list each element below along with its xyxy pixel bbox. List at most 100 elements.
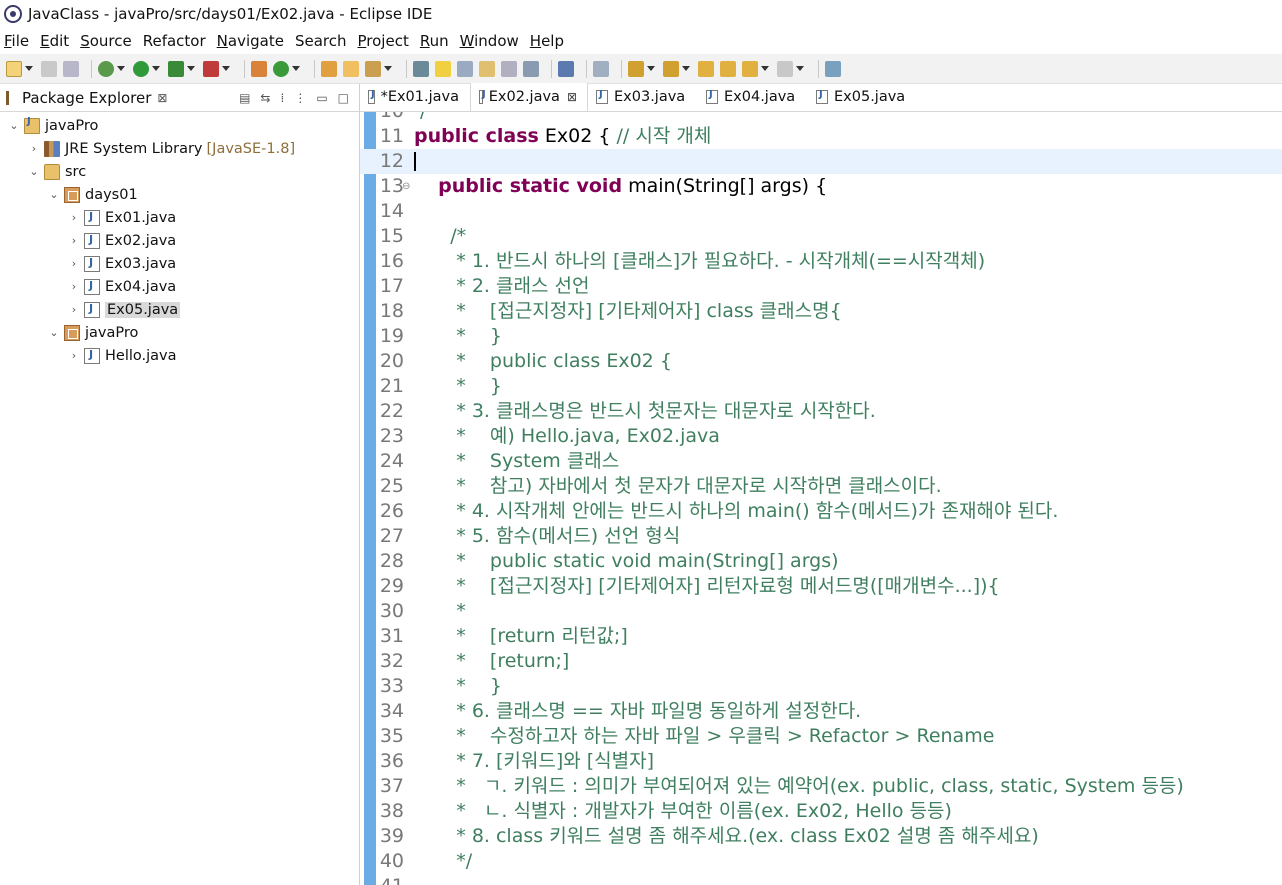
maximize-icon[interactable]: □	[338, 91, 349, 105]
view-menu-icon[interactable]: ⋮	[294, 91, 306, 105]
tree-item[interactable]: › Hello.java	[0, 344, 359, 367]
comment: * System 클래스	[414, 450, 620, 472]
back-arrow-icon[interactable]	[742, 60, 758, 77]
menu-source[interactable]: Source	[80, 32, 132, 50]
chevron-down-icon[interactable]	[682, 66, 690, 71]
tree-item[interactable]: › Ex05.java	[0, 298, 359, 321]
word-wrap-icon[interactable]	[479, 60, 495, 77]
tree-item[interactable]: ⌄ javaPro	[0, 321, 359, 344]
chevron-down-icon[interactable]	[761, 66, 769, 71]
open-folder-icon[interactable]	[343, 60, 359, 77]
show-whitespace-icon[interactable]	[501, 60, 517, 77]
tree-item[interactable]: › JRE System Library [JavaSE-1.8]	[0, 137, 359, 160]
tree-item[interactable]: › Ex02.java	[0, 229, 359, 252]
code-editor[interactable]: 10 /11public class Ex02 { // 시작 개체1213⊖ …	[360, 112, 1282, 885]
chevron-down-icon[interactable]: ⌄	[26, 165, 42, 178]
editor-tab[interactable]: Ex02.java ⊠	[470, 83, 588, 111]
search-icon[interactable]	[365, 60, 381, 77]
menu-project[interactable]: Project	[358, 32, 409, 50]
code-text: * 6. 클래스명 == 자바 파일명 동일하게 설정한다.	[414, 699, 861, 724]
collapse-all-icon[interactable]: ▤	[239, 91, 250, 105]
chevron-down-icon[interactable]	[117, 66, 125, 71]
save-all-icon[interactable]	[63, 60, 79, 77]
tree-item[interactable]: ⌄ javaPro	[0, 114, 359, 137]
line-number: 10	[376, 112, 404, 124]
menu-search[interactable]: Search	[295, 32, 347, 50]
last-edit-location-icon[interactable]	[698, 60, 714, 77]
editor-tab[interactable]: Ex04.java	[698, 83, 808, 111]
code-text: * 1. 반드시 하나의 [클래스]가 필요하다. - 시작개체(==시작객체)	[414, 249, 985, 274]
previous-annotation-icon[interactable]	[663, 60, 679, 77]
editor-tab[interactable]: Ex05.java	[808, 83, 918, 111]
block-selection-icon[interactable]	[457, 60, 473, 77]
menu-edit[interactable]: Edit	[40, 32, 69, 50]
mark-occurrences-icon[interactable]	[435, 60, 451, 77]
tree-item[interactable]: › Ex01.java	[0, 206, 359, 229]
code-text: * 7. [키워드]와 [식별자]	[414, 749, 654, 774]
run-icon[interactable]	[133, 60, 149, 77]
chevron-down-icon[interactable]	[292, 66, 300, 71]
debug-icon[interactable]	[98, 60, 114, 77]
new-class-icon[interactable]	[273, 60, 289, 77]
close-icon[interactable]: ⊠	[567, 90, 577, 104]
editor-tab[interactable]: Ex03.java	[588, 83, 698, 111]
new-icon[interactable]	[6, 60, 22, 77]
package-explorer-tab[interactable]: Package Explorer ⊠ ▤ ⇆ ⁞ ⋮ ▭ □	[0, 84, 359, 112]
code-line: 18 * [접근지정자] [기타제어자] class 클래스명{	[360, 299, 1282, 324]
code-text: public class Ex02 { // 시작 개체	[414, 124, 711, 149]
menu-help[interactable]: Help	[530, 32, 564, 50]
editor-tab[interactable]: *Ex01.java	[360, 83, 470, 111]
chevron-down-icon[interactable]	[152, 66, 160, 71]
new-java-project-icon[interactable]	[251, 60, 267, 77]
menu-window[interactable]: Window	[460, 32, 519, 50]
link-with-editor-icon[interactable]: ⇆	[260, 91, 270, 105]
open-type-icon[interactable]	[321, 60, 337, 77]
chevron-right-icon[interactable]: ›	[66, 303, 82, 316]
chevron-down-icon[interactable]	[384, 66, 392, 71]
chevron-down-icon[interactable]	[647, 66, 655, 71]
line-number: 23	[379, 425, 404, 447]
tree-item[interactable]: › Ex04.java	[0, 275, 359, 298]
menu-navigate[interactable]: Navigate	[217, 32, 284, 50]
menu-run[interactable]: Run	[420, 32, 449, 50]
line-number: 22	[379, 400, 404, 422]
next-annotation-icon[interactable]	[628, 60, 644, 77]
chevron-down-icon[interactable]: ⌄	[46, 326, 62, 339]
main-toolbar	[0, 54, 1282, 84]
code-text: * 참고) 자바에서 첫 문자가 대문자로 시작하면 클래스이다.	[414, 474, 942, 499]
toggle-breadcrumb-icon[interactable]	[413, 60, 429, 77]
fold-icon[interactable]: ⊖	[402, 174, 410, 199]
chevron-right-icon[interactable]: ›	[66, 257, 82, 270]
chevron-right-icon[interactable]: ›	[66, 234, 82, 247]
chevron-down-icon[interactable]	[222, 66, 230, 71]
external-tools-icon[interactable]	[203, 60, 219, 77]
chevron-down-icon[interactable]	[187, 66, 195, 71]
save-icon[interactable]	[41, 60, 57, 77]
menu-refactor[interactable]: Refactor	[143, 32, 206, 50]
chevron-down-icon[interactable]: ⌄	[46, 188, 62, 201]
close-icon[interactable]: ⊠	[157, 91, 167, 105]
menu-file[interactable]: File	[4, 32, 29, 50]
open-perspective-icon[interactable]	[825, 60, 841, 77]
minimize-icon[interactable]: ▭	[316, 91, 327, 105]
forward-arrow-icon[interactable]	[777, 60, 793, 77]
tree-item[interactable]: ⌄ days01	[0, 183, 359, 206]
comment: * 참고) 자바에서 첫 문자가 대문자로 시작하면 클래스이다.	[414, 475, 942, 497]
chevron-right-icon[interactable]: ›	[66, 280, 82, 293]
chevron-right-icon[interactable]: ›	[66, 211, 82, 224]
console-icon[interactable]	[558, 60, 574, 77]
chevron-right-icon[interactable]: ›	[66, 349, 82, 362]
pin-icon[interactable]	[593, 60, 609, 77]
chevron-right-icon[interactable]: ›	[26, 142, 42, 155]
tree-item[interactable]: › Ex03.java	[0, 252, 359, 275]
chevron-down-icon[interactable]	[25, 66, 33, 71]
comment: * 8. class 키워드 설명 좀 해주세요.(ex. class Ex02…	[414, 825, 1039, 847]
filters-icon[interactable]: ⁞	[280, 91, 284, 105]
tree-item[interactable]: ⌄ src	[0, 160, 359, 183]
chevron-down-icon[interactable]: ⌄	[6, 119, 22, 132]
pilcrow-icon[interactable]	[523, 60, 539, 77]
coverage-icon[interactable]	[168, 60, 184, 77]
chevron-down-icon[interactable]	[796, 66, 804, 71]
comment: * 5. 함수(메서드) 선언 형식	[414, 525, 681, 547]
back-icon[interactable]	[720, 60, 736, 77]
